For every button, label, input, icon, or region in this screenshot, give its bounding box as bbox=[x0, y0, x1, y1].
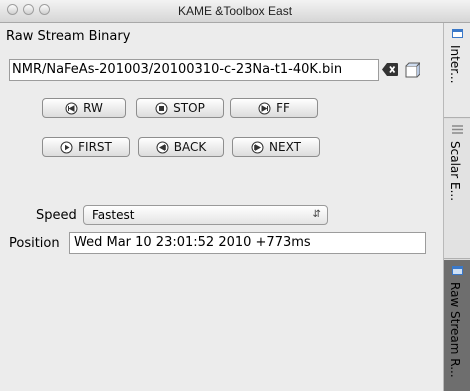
back-button[interactable]: BACK bbox=[138, 137, 224, 157]
stream-icon bbox=[452, 266, 463, 275]
raw-stream-panel: Raw Stream Binary NMR/NaFeAs-201003/2010… bbox=[0, 23, 444, 391]
clear-path-icon[interactable] bbox=[382, 63, 398, 76]
play-icon bbox=[60, 141, 73, 153]
window-titlebar: KAME &Toolbox East bbox=[0, 0, 470, 23]
doc-icon bbox=[452, 29, 463, 38]
rw-button[interactable]: RW bbox=[42, 98, 126, 118]
position-input[interactable]: Wed Mar 10 23:01:52 2010 +773ms bbox=[69, 232, 426, 254]
first-label: FIRST bbox=[78, 140, 112, 154]
speed-select[interactable]: Fastest ⇵ bbox=[83, 205, 328, 225]
step-forward-icon bbox=[251, 141, 264, 153]
ff-button[interactable]: FF bbox=[230, 98, 318, 118]
stop-label: STOP bbox=[173, 101, 205, 115]
tab-raw-stream-label: Raw Stream R... bbox=[448, 282, 462, 378]
file-path-input[interactable]: NMR/NaFeAs-201003/20100310-c-23Na-t1-40K… bbox=[9, 59, 379, 81]
panel-title: Raw Stream Binary bbox=[6, 29, 131, 44]
back-label: BACK bbox=[173, 140, 207, 154]
speed-value: Fastest bbox=[92, 208, 135, 222]
next-label: NEXT bbox=[269, 140, 301, 154]
list-icon bbox=[452, 125, 463, 134]
fast-forward-icon bbox=[258, 102, 271, 114]
select-arrows-icon: ⇵ bbox=[312, 209, 321, 220]
step-back-icon bbox=[156, 141, 169, 153]
position-label: Position bbox=[9, 236, 60, 251]
ff-label: FF bbox=[276, 101, 290, 115]
tab-raw-stream[interactable]: Raw Stream R... bbox=[444, 260, 470, 391]
rw-label: RW bbox=[83, 101, 103, 115]
next-button[interactable]: NEXT bbox=[232, 137, 320, 157]
tab-inter[interactable]: Inter... bbox=[444, 23, 470, 118]
speed-label: Speed bbox=[36, 208, 77, 223]
first-button[interactable]: FIRST bbox=[42, 137, 130, 157]
dock-sidebar: Inter... Scalar E... Raw Stream R... bbox=[444, 23, 470, 391]
open-file-icon[interactable] bbox=[404, 61, 422, 78]
rewind-icon bbox=[65, 102, 78, 114]
stop-icon bbox=[155, 102, 168, 114]
window-title: KAME &Toolbox East bbox=[177, 4, 293, 18]
tab-scalar[interactable]: Scalar E... bbox=[444, 119, 470, 259]
stop-button[interactable]: STOP bbox=[136, 98, 224, 118]
tab-scalar-label: Scalar E... bbox=[448, 141, 462, 202]
tab-inter-label: Inter... bbox=[448, 45, 462, 84]
